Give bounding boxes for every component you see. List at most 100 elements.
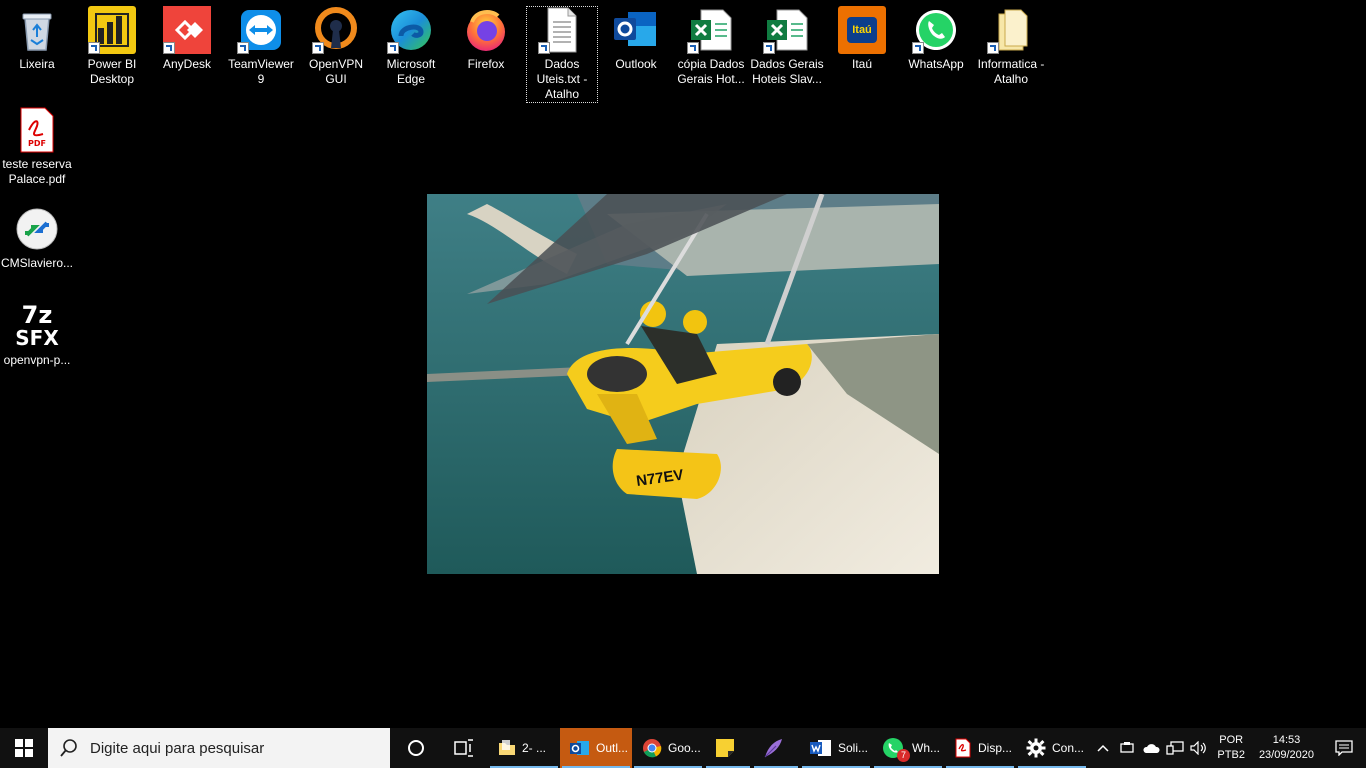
taskbar-app-chrome[interactable]: Goo...: [632, 728, 704, 768]
desktop-icon-powerbi[interactable]: Power BI Desktop: [75, 0, 149, 87]
taskbar-app-feather[interactable]: [752, 728, 800, 768]
task-label: Disp...: [978, 741, 1013, 755]
outlook-icon: [570, 741, 589, 755]
desktop-icon-recycle-bin[interactable]: Lixeira: [0, 0, 74, 72]
desktop-icon-excel-copia[interactable]: cópia Dados Gerais Hot...: [674, 0, 748, 87]
notification-badge: 7: [897, 749, 910, 762]
task-view-icon: [454, 739, 473, 757]
desktop-icon-label: Outlook: [615, 57, 657, 71]
shortcut-arrow-icon: [763, 42, 775, 54]
desktop-icon-label: TeamViewer 9: [228, 57, 294, 86]
taskbar: Digite aqui para pesquisar 2- ... Outl..…: [0, 728, 1366, 768]
desktop-icon-label: cópia Dados Gerais Hot...: [677, 57, 745, 86]
onedrive-cloud-icon[interactable]: [1139, 728, 1163, 768]
keyboard-layout: PTB2: [1217, 749, 1245, 761]
chrome-icon: [643, 739, 662, 758]
taskbar-search-box[interactable]: Digite aqui para pesquisar: [48, 728, 390, 768]
notifications-icon: [1335, 740, 1353, 756]
desktop-icon-outlook[interactable]: Outlook: [599, 0, 673, 72]
word-icon: [810, 740, 831, 756]
shortcut-arrow-icon: [88, 42, 100, 54]
taskbar-app-outlook[interactable]: Outl...: [560, 728, 632, 768]
action-center-button[interactable]: [1322, 728, 1366, 768]
network-icon[interactable]: [1163, 728, 1187, 768]
task-label: Con...: [1052, 741, 1085, 755]
desktop-icon-label: Firefox: [467, 57, 505, 71]
task-view-button[interactable]: [440, 728, 488, 768]
desktop-icon-openvpn-installer[interactable]: 7z SFX openvpn-p...: [0, 296, 74, 368]
shortcut-arrow-icon: [237, 42, 249, 54]
desktop-icon-pdf-teste[interactable]: PDF teste reserva Palace.pdf: [0, 100, 74, 187]
taskbar-app-whatsapp[interactable]: 7 Wh...: [872, 728, 944, 768]
whatsapp-icon: 7: [882, 737, 910, 762]
shortcut-arrow-icon: [987, 42, 999, 54]
excel-icon: [763, 6, 811, 54]
taskbar-app-sticky-notes[interactable]: [704, 728, 752, 768]
desktop-icon-anydesk[interactable]: AnyDesk: [150, 0, 224, 72]
language-code: POR: [1219, 734, 1244, 746]
desktop-icon-openvpn[interactable]: OpenVPN GUI: [299, 0, 373, 87]
recycle-bin-icon: [13, 6, 61, 54]
tray-device-icon[interactable]: [1115, 728, 1139, 768]
desktop-icon-label: teste reserva Palace.pdf: [2, 157, 72, 186]
shortcut-arrow-icon: [387, 42, 399, 54]
task-label: Outl...: [596, 741, 629, 755]
desktop-icon-label: Informatica - Atalho: [977, 57, 1045, 86]
pdf-label: PDF: [28, 139, 46, 148]
search-placeholder: Digite aqui para pesquisar: [90, 739, 265, 757]
desktop-icon-dados-uteis[interactable]: Dados Uteis.txt - Atalho: [526, 6, 598, 103]
input-language-indicator[interactable]: POR PTB2: [1211, 733, 1251, 763]
cortana-button[interactable]: [392, 728, 440, 768]
taskbar-app-settings[interactable]: Con...: [1016, 728, 1088, 768]
shortcut-arrow-icon: [163, 42, 175, 54]
taskbar-app-pdf[interactable]: Disp...: [944, 728, 1016, 768]
cortana-icon: [408, 740, 424, 756]
start-button[interactable]: [0, 728, 48, 768]
desktop-icon-label: openvpn-p...: [3, 353, 71, 367]
excel-icon: [687, 6, 735, 54]
desktop-icon-cmslaviero[interactable]: CMSlaviero...: [0, 199, 74, 271]
desktop-icon-label: Dados Uteis.txt - Atalho: [536, 57, 588, 101]
sticky-notes-icon: [716, 739, 734, 757]
volume-icon[interactable]: [1187, 728, 1211, 768]
wallpaper-photo: N77EV: [427, 194, 939, 574]
powerbi-icon: [88, 6, 136, 54]
task-label: Wh...: [912, 741, 941, 755]
desktop-icon-firefox[interactable]: Firefox: [449, 0, 523, 72]
desktop-icon-label: AnyDesk: [162, 57, 212, 71]
settings-icon: [1026, 738, 1046, 758]
windows-logo-icon: [15, 739, 33, 757]
desktop-icon-edge[interactable]: Microsoft Edge: [374, 0, 448, 87]
desktop-icon-label: Microsoft Edge: [386, 57, 436, 86]
clock[interactable]: 14:53 23/09/2020: [1251, 733, 1322, 763]
desktop-icon-itau[interactable]: Itaú Itaú: [825, 0, 899, 72]
desktop-icon-label: Power BI Desktop: [87, 57, 137, 86]
desktop-icon-label: Lixeira: [19, 57, 55, 71]
desktop: Lixeira Power BI Desktop AnyDesk TeamVie…: [0, 0, 1366, 728]
clock-date: 23/09/2020: [1258, 749, 1314, 761]
taskbar-app-word[interactable]: Soli...: [800, 728, 872, 768]
sfx-top-text: 7z: [21, 301, 53, 329]
desktop-icon-label: WhatsApp: [908, 57, 964, 71]
firefox-icon: [462, 6, 510, 54]
clock-time: 14:53: [1272, 734, 1301, 746]
teamviewer-icon: [237, 6, 285, 54]
whatsapp-icon: [912, 6, 960, 54]
pdf-icon: PDF: [13, 106, 61, 154]
outlook-icon: [612, 6, 660, 54]
edge-icon: [387, 6, 435, 54]
task-label: Soli...: [838, 741, 869, 755]
shortcut-arrow-icon: [687, 42, 699, 54]
desktop-icon-informatica[interactable]: Informatica - Atalho: [974, 0, 1048, 87]
tray-overflow-chevron-up-icon[interactable]: [1091, 728, 1115, 768]
desktop-icon-whatsapp[interactable]: WhatsApp: [899, 0, 973, 72]
sfx-bottom-text: SFX: [15, 326, 59, 350]
anydesk-icon: [163, 6, 211, 54]
desktop-icon-excel-dados-gerais[interactable]: Dados Gerais Hoteis Slav...: [750, 0, 824, 87]
taskbar-app-file-explorer[interactable]: 2- ...: [488, 728, 560, 768]
desktop-icon-label: OpenVPN GUI: [308, 57, 364, 86]
folder-icon: [987, 6, 1035, 54]
desktop-icon-teamviewer[interactable]: TeamViewer 9: [224, 0, 298, 87]
7z-sfx-icon: 7z SFX: [13, 302, 61, 350]
task-label: 2- ...: [522, 741, 547, 755]
